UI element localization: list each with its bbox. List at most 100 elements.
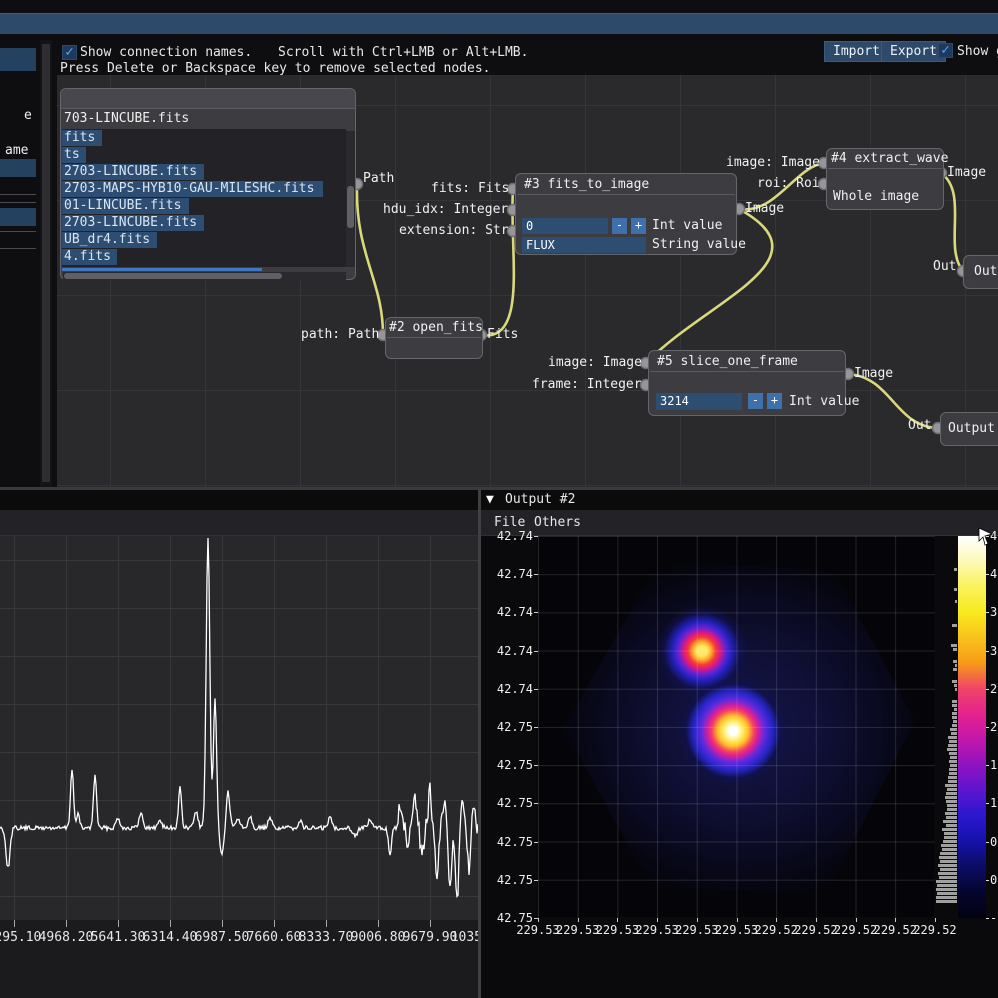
sidebar-item[interactable] [0,48,36,71]
histogram-bar [949,760,957,763]
histogram-bar [953,660,957,663]
horizontal-scrollbar[interactable] [63,272,346,280]
y-tick-label: 42.74 [481,682,533,696]
y-tick [534,689,538,690]
connection-wire [357,184,383,335]
x-tick [856,918,857,922]
sidebar-item[interactable] [0,159,36,177]
increment-button[interactable]: + [767,393,782,409]
collapse-triangle-icon[interactable]: ▼ [486,492,494,507]
file-list-item[interactable]: UB_dr4.fits [62,232,157,248]
divider [0,194,36,195]
export-button[interactable]: Export [881,41,946,62]
file-list-item[interactable]: 4.fits [62,249,117,265]
y-tick [534,612,538,613]
window-header[interactable]: ▼ Output #2 [481,490,998,510]
x-tick [935,918,936,922]
window-menubar[interactable] [0,510,478,536]
file-list-item[interactable]: ts [62,147,86,163]
port-label-image-in: image: Image [548,355,642,370]
colorbar-tick-label: 4. [990,567,998,581]
show-connections-checkbox[interactable]: ✓ [62,45,77,60]
window-header[interactable] [0,490,478,510]
decrement-button[interactable]: - [612,218,627,234]
histogram-bar [952,680,957,683]
histogram-bar [949,740,957,743]
roi-combo-value[interactable]: Whole image [833,189,919,204]
window-titlebar[interactable] [0,13,998,34]
panel-splitter[interactable] [40,40,52,487]
port-label-hdu-idx-in: hdu_idx: Integer [383,202,508,217]
histogram-bar [951,644,957,647]
menu-others[interactable]: Others [534,515,581,530]
y-tick-label: 42.75 [481,720,533,734]
node-fits-to-image[interactable]: #3 fits_to_image 0 - + Int value FLUX St… [515,173,737,255]
divider [517,194,735,195]
file-list-item[interactable]: 2703-LINCUBE.fits [62,215,204,231]
x-tick [14,920,15,927]
node-graph-canvas[interactable]: 703-LINCUBE.fits fitsts2703-LINCUBE.fits… [57,75,998,487]
x-tick [538,918,539,922]
histogram-bar [952,700,957,703]
mouse-cursor [977,527,995,547]
x-tick [895,918,896,922]
scrollbar-handle[interactable] [64,273,282,279]
file-listbox[interactable]: fitsts2703-LINCUBE.fits2703-MAPS-HYB10-G… [62,129,346,267]
histogram-bar [954,708,957,711]
y-tick-label: 42.75 [481,835,533,849]
histogram-bar [953,720,957,723]
histogram-bar [940,860,957,863]
scrollbar-handle[interactable] [347,186,354,228]
histogram-bar [949,752,957,755]
histogram-bar [947,788,957,791]
port-label-image-out: Image [745,201,784,216]
node-output-2[interactable]: Output # [940,412,998,446]
node-extract-wave[interactable]: #4 extract_wave Whole image [826,148,944,210]
int-value-field[interactable]: 3214 [656,393,742,410]
histogram-bar [939,856,957,859]
vertical-scrollbar[interactable] [346,131,355,267]
histogram-bar [939,876,957,879]
histogram-bar [952,624,957,627]
histogram-bar [953,668,957,671]
colorbar-tick-label: 3. [990,605,998,619]
divider [0,231,36,232]
node-title: #2 open_fits [386,318,482,337]
file-list-item[interactable]: 2703-LINCUBE.fits [62,164,204,180]
node-open-fits[interactable]: #2 open_fits [385,317,483,359]
node-slice-one-frame[interactable]: #5 slice_one_frame 3214 - + Int value [648,350,846,416]
histogram-bar [955,600,957,603]
menu-file[interactable]: File [494,515,525,530]
import-button[interactable]: Import [824,41,889,62]
node-output-1[interactable]: Outp [963,255,998,289]
histogram-bar [945,812,957,815]
histogram-bar [941,844,957,847]
connection-wire [941,173,963,271]
selection-underline [62,268,262,271]
y-tick [534,651,538,652]
file-list-item[interactable]: fits [62,130,102,146]
node-file-list[interactable]: 703-LINCUBE.fits fitsts2703-LINCUBE.fits… [60,88,356,280]
histogram-bar [938,872,957,875]
histogram-bar [953,648,957,651]
file-list-item[interactable]: 01-LINCUBE.fits [62,198,189,214]
node-titlebar[interactable] [61,89,355,109]
int-value-field[interactable]: 0 [522,218,608,234]
sidebar-item[interactable] [0,208,36,226]
histogram-bar [940,868,957,871]
file-list-item[interactable]: 2703-MAPS-HYB10-GAU-MILESHC.fits [62,181,323,197]
x-tick [430,920,431,927]
y-tick-label: 42.74 [481,644,533,658]
selected-file-label: 703-LINCUBE.fits [64,111,189,126]
splitter-handle[interactable] [42,44,50,482]
string-value-field[interactable]: FLUX [522,237,646,253]
x-tick [737,918,738,922]
x-tick [274,920,275,927]
colorbar-tick [986,612,989,613]
histogram-bar [946,816,957,819]
decrement-button[interactable]: - [748,393,763,409]
show-grid-checkbox[interactable]: ✓ [938,43,953,58]
x-tick [657,918,658,922]
spectrum-line [0,536,478,920]
increment-button[interactable]: + [631,218,646,234]
